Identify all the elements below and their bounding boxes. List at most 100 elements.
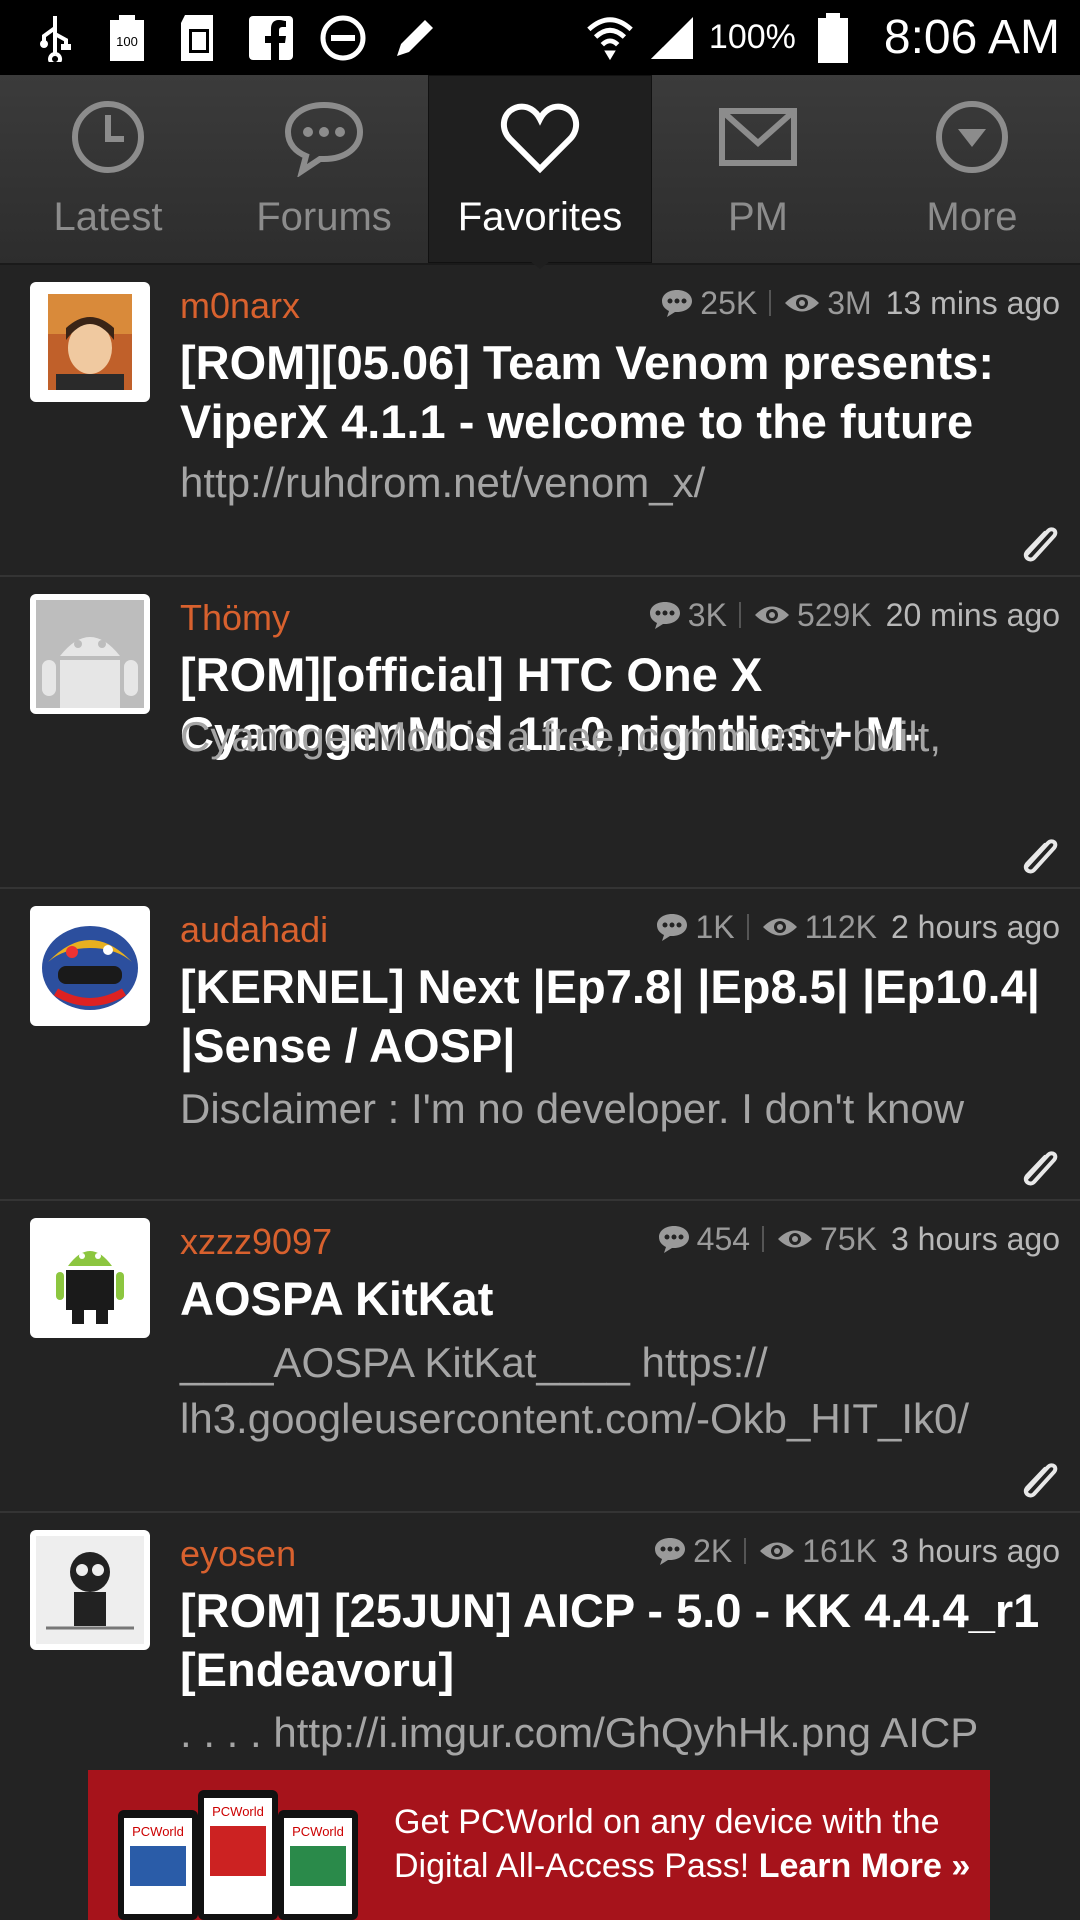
reply-count: 454 <box>696 1220 751 1257</box>
stats-divider <box>746 914 749 940</box>
svg-text:PCWorld: PCWorld <box>212 1804 264 1819</box>
thread-title[interactable]: [KERNEL] Next |Ep7.8| |Ep8.5| |Ep10.4| |… <box>180 957 1060 1075</box>
attachment-icon <box>1023 1463 1058 1498</box>
thread-stats: 25K 3M 13 mins ago <box>660 281 1060 325</box>
avatar[interactable] <box>30 906 150 1026</box>
sd-card-icon <box>174 13 224 63</box>
svg-text:100: 100 <box>116 34 138 49</box>
thread-snippet: ____AOSPA KitKat____ https:// lh3.google… <box>180 1339 970 1442</box>
svg-text:PCWorld: PCWorld <box>292 1824 344 1839</box>
views-icon <box>785 294 820 312</box>
battery-percent: 100% <box>708 18 796 56</box>
replies-icon <box>662 290 693 317</box>
replies-icon <box>655 1538 686 1565</box>
tab-label: More <box>926 195 1018 239</box>
thread-time: 3 hours ago <box>890 1532 1060 1569</box>
tab-more[interactable]: More <box>864 75 1080 263</box>
thread-time: 13 mins ago <box>885 284 1060 321</box>
ad-text[interactable]: Get PCWorld on any device with the Digit… <box>394 1800 974 1888</box>
avatar[interactable] <box>30 1218 150 1338</box>
ad-line-2-prefix: Digital All-Access Pass! <box>394 1847 750 1885</box>
thread-snippet: Disclaimer : I'm no developer. I don't k… <box>180 1085 965 1132</box>
usb-icon <box>30 13 80 63</box>
view-count: 75K <box>820 1220 877 1257</box>
stats-divider <box>738 602 741 628</box>
thread-stats: 1K 112K 2 hours ago <box>655 905 1060 949</box>
tab-label: PM <box>728 195 788 239</box>
thread-snippet: http://ruhdrom.net/venom_x/ <box>180 459 706 506</box>
magazine-devices-image: PCWorld PCWorld PCWorld <box>118 1790 358 1920</box>
battery-100-icon: 100 <box>102 13 152 63</box>
system-status: 100% 8:06 AM <box>585 0 1060 75</box>
thread-row[interactable]: audahadi 1K 112K 2 hours ago [KERNEL] Ne… <box>0 891 1080 1201</box>
views-icon <box>754 606 789 624</box>
thread-stats: 2K 161K 3 hours ago <box>653 1529 1060 1573</box>
heart-icon <box>500 103 580 174</box>
tab-label: Latest <box>53 195 163 239</box>
attachment-icon <box>1023 1151 1058 1186</box>
thread-author[interactable]: xzzz9097 <box>180 1221 332 1263</box>
envelope-icon <box>719 108 797 166</box>
ad-learn-more-link[interactable]: Learn More » <box>759 1847 971 1885</box>
thread-title[interactable]: [ROM] [25JUN] AICP - 5.0 - KK 4.4.4_r1 [… <box>180 1581 1060 1699</box>
facebook-icon <box>246 13 296 63</box>
thread-stats: 454 75K 3 hours ago <box>657 1217 1060 1261</box>
do-not-disturb-icon <box>318 13 368 63</box>
replies-icon <box>649 602 680 629</box>
view-count: 3M <box>827 284 872 321</box>
thread-time: 2 hours ago <box>890 908 1060 945</box>
ad-line-2: Digital All-Access Pass! Learn More » <box>394 1844 974 1888</box>
thread-author[interactable]: eyosen <box>180 1533 296 1575</box>
thread-title[interactable]: [ROM][05.06] Team Venom presents: ViperX… <box>180 333 1060 451</box>
attachment-icon <box>1023 527 1058 562</box>
pencil-icon <box>390 13 440 63</box>
avatar[interactable] <box>30 594 150 714</box>
tab-latest[interactable]: Latest <box>0 75 216 263</box>
ad-line-1: Get PCWorld on any device with the <box>394 1803 940 1841</box>
view-count: 161K <box>802 1532 877 1569</box>
chat-bubble-icon <box>284 101 364 177</box>
thread-time: 20 mins ago <box>885 596 1060 633</box>
dropdown-circle-icon <box>936 101 1008 173</box>
tab-label: Favorites <box>457 195 623 239</box>
thread-stats: 3K 529K 20 mins ago <box>648 593 1060 637</box>
tab-favorites[interactable]: Favorites <box>428 75 652 263</box>
view-count: 529K <box>796 596 872 633</box>
thread-author[interactable]: Thömy <box>180 597 290 639</box>
thread-time: 3 hours ago <box>890 1220 1060 1257</box>
tab-bar: Latest Forums Favorites PM More <box>0 75 1080 269</box>
replies-icon <box>657 914 688 941</box>
tab-label: Forums <box>256 195 392 239</box>
views-icon <box>760 1542 795 1560</box>
stats-divider <box>762 1226 765 1252</box>
reply-count: 2K <box>693 1532 733 1569</box>
avatar[interactable] <box>30 282 150 402</box>
views-icon <box>778 1230 813 1248</box>
thread-title[interactable]: AOSPA KitKat <box>180 1269 1060 1328</box>
reply-count: 25K <box>700 284 758 321</box>
thread-snippet: CyanogenMod is a free, community built, <box>180 713 942 760</box>
tab-pm[interactable]: PM <box>652 75 864 263</box>
clock: 8:06 AM <box>883 11 1060 64</box>
thread-author[interactable]: audahadi <box>180 909 328 951</box>
avatar[interactable] <box>30 1530 150 1650</box>
svg-text:PCWorld: PCWorld <box>132 1824 184 1839</box>
tab-forums[interactable]: Forums <box>216 75 432 263</box>
thread-row[interactable]: m0narx 25K 3M 13 mins ago [ROM][05.06] T… <box>0 267 1080 577</box>
thread-author[interactable]: m0narx <box>180 285 300 327</box>
status-bar: 100 100% 8:06 AM <box>0 0 1080 75</box>
ad-banner[interactable]: PCWorld PCWorld PCWorld Get PCWorld on a… <box>88 1770 990 1920</box>
battery-icon <box>808 12 858 63</box>
reply-count: 1K <box>695 908 735 945</box>
stats-divider <box>744 1538 747 1564</box>
clock-icon <box>72 101 144 173</box>
stats-divider <box>769 290 772 316</box>
views-icon <box>762 918 797 936</box>
signal-icon <box>647 13 697 63</box>
wifi-icon <box>585 13 635 63</box>
thread-row[interactable]: xzzz9097 454 75K 3 hours ago AOSPA KitKa… <box>0 1203 1080 1513</box>
attachment-icon <box>1023 839 1058 874</box>
notification-icons: 100 <box>30 10 440 65</box>
thread-row[interactable]: Thömy 3K 529K 20 mins ago [ROM][official… <box>0 579 1080 889</box>
view-count: 112K <box>804 908 877 945</box>
